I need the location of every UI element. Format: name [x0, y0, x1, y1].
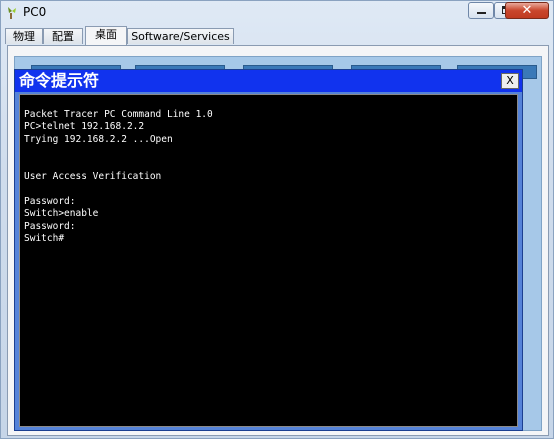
close-icon: ✕ [521, 3, 533, 18]
terminal-line: Password: [24, 195, 76, 207]
terminal-output[interactable]: Packet Tracer PC Command Line 1.0 PC>tel… [19, 94, 518, 427]
terminal-line: Trying 192.168.2.2 ...Open [24, 133, 173, 145]
terminal-line: Password: [24, 220, 76, 232]
tab-physical[interactable]: 物理 [5, 28, 43, 44]
command-prompt-window: 命令提示符 X Packet Tracer PC Command Line 1.… [14, 69, 523, 431]
terminal-line: PC>telnet 192.168.2.2 [24, 121, 145, 133]
command-prompt-close-button[interactable]: X [501, 73, 519, 89]
command-prompt-title-bar[interactable]: 命令提示符 X [15, 70, 522, 92]
close-button[interactable]: ✕ [505, 2, 549, 19]
command-prompt-title: 命令提示符 [19, 71, 100, 90]
terminal-prompt-line: Switch# [24, 232, 65, 244]
minimize-icon [477, 12, 486, 14]
title-bar[interactable]: PC0 ✕ [1, 1, 553, 25]
terminal-line: Packet Tracer PC Command Line 1.0 [24, 109, 213, 120]
window-title: PC0 [23, 5, 47, 19]
tab-software-services[interactable]: Software/Services [127, 28, 234, 44]
pc-icon [5, 5, 19, 19]
tab-desktop[interactable]: 桌面 [85, 26, 127, 45]
terminal-line: User Access Verification [24, 170, 162, 182]
minimize-button[interactable] [468, 2, 494, 19]
tab-config[interactable]: 配置 [43, 28, 83, 44]
pc0-window: PC0 ✕ 物理 配置 桌面 Software/Services 命令提示符 X… [0, 0, 554, 439]
terminal-line: Switch>enable [24, 208, 99, 220]
